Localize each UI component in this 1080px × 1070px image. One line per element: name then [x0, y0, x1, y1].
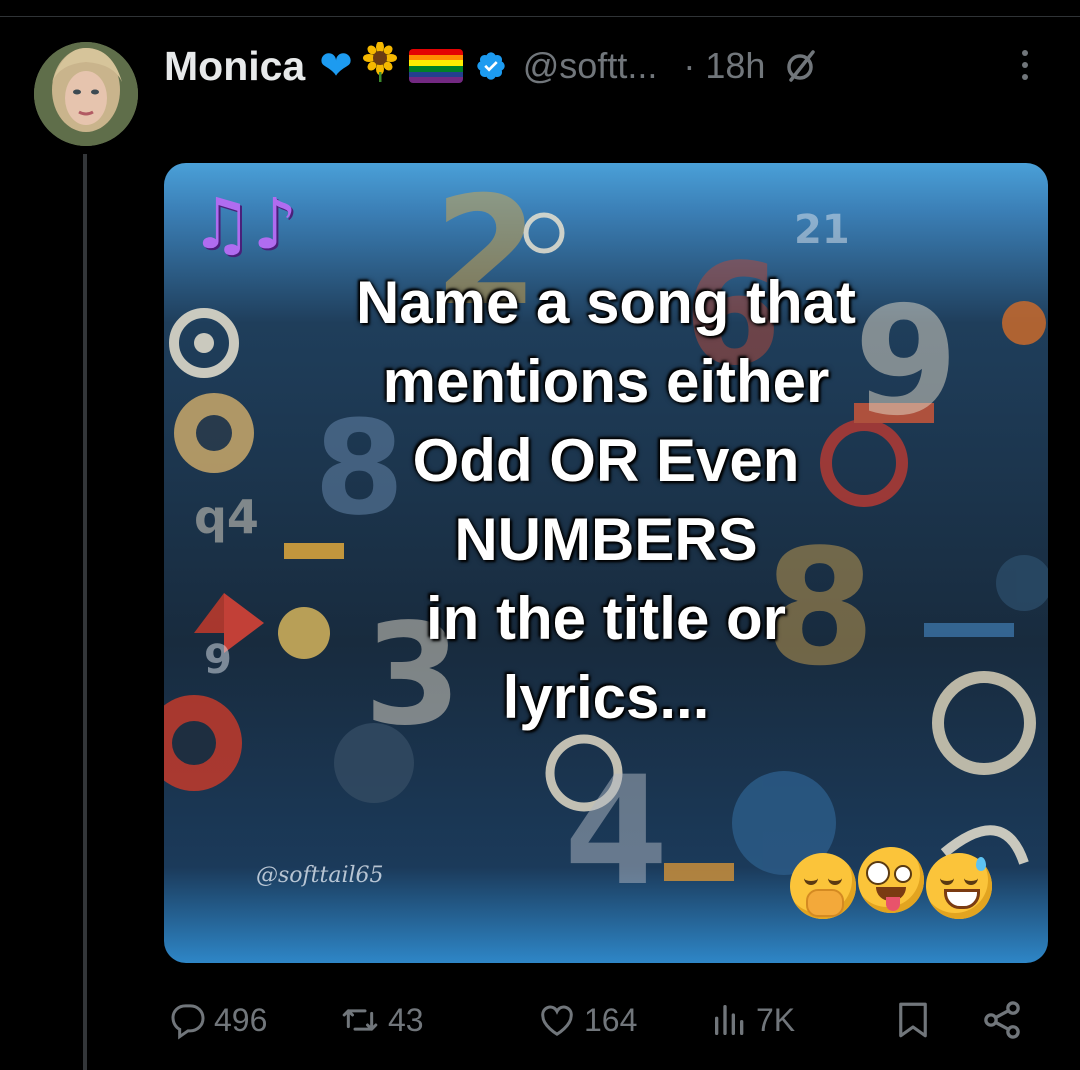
caption-line: lyrics... [502, 664, 710, 731]
like-button[interactable]: 164 [536, 990, 637, 1050]
grok-icon[interactable] [783, 48, 819, 84]
repost-icon [342, 1009, 378, 1031]
music-notes-icon: ♫♪ [190, 183, 298, 265]
grinning-sweat-emoji-icon [926, 853, 992, 919]
top-divider [0, 16, 1080, 17]
avatar[interactable] [34, 42, 138, 146]
image-caption: Name a song that mentions either Odd OR … [164, 263, 1048, 737]
more-options-icon[interactable] [1018, 50, 1032, 86]
post-image[interactable]: 2 6 9 8 8 3 4 q4 9 21 ♫♪ Name a song tha… [164, 163, 1048, 963]
svg-text:21: 21 [794, 207, 850, 253]
post-header: Monica ❤ @softt... · 18h [164, 38, 819, 94]
zany-face-emoji-icon [858, 847, 924, 913]
views-button[interactable]: 7K [710, 990, 795, 1050]
caption-line: Odd OR Even [412, 427, 800, 494]
author-handle[interactable]: @softt... [523, 45, 658, 87]
post-time[interactable]: · 18h [683, 45, 765, 87]
svg-text:4: 4 [564, 745, 668, 919]
reply-count: 496 [214, 1001, 268, 1038]
bookmark-icon [899, 1002, 927, 1038]
like-count: 164 [584, 1001, 638, 1038]
repost-count: 43 [388, 1001, 424, 1038]
caption-line: in the title or [426, 585, 786, 652]
hand-over-mouth-emoji-icon [790, 853, 856, 919]
heart-icon [541, 1005, 573, 1036]
caption-line: mentions either [382, 348, 830, 415]
views-count: 7K [756, 1001, 796, 1038]
reply-icon [171, 1004, 205, 1040]
blue-heart-icon: ❤ [319, 43, 353, 89]
caption-line: Name a song that [355, 269, 857, 336]
share-button[interactable] [980, 990, 1030, 1050]
caption-line: NUMBERS [454, 506, 758, 573]
reply-button[interactable]: 496 [168, 990, 267, 1050]
bookmark-button[interactable] [892, 990, 940, 1050]
sunflower-icon [362, 40, 397, 91]
repost-button[interactable]: 43 [338, 990, 424, 1050]
post-actions-bar: 496 43 164 7K [0, 990, 1080, 1050]
thread-line [83, 154, 87, 1070]
rainbow-flag-icon [408, 49, 463, 83]
author-name[interactable]: Monica [164, 43, 305, 90]
share-icon [984, 1001, 1020, 1039]
avatar-portrait [34, 42, 138, 146]
views-chart-icon [715, 1005, 744, 1035]
image-watermark: @softtail65 [256, 863, 384, 888]
verified-badge-icon [477, 52, 505, 80]
